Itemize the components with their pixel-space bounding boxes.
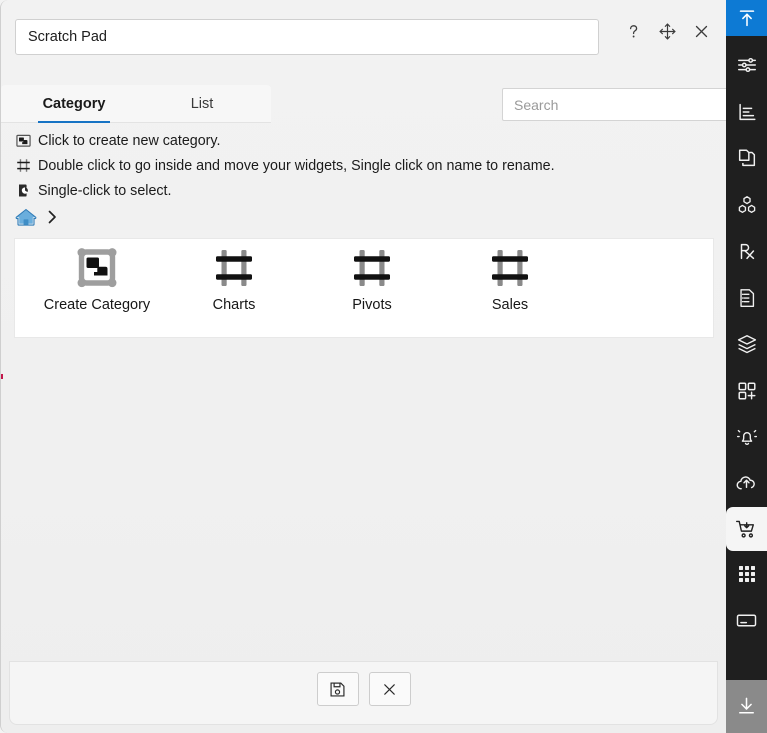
add-grid-icon[interactable]: [726, 368, 767, 415]
cubes-icon[interactable]: [726, 182, 767, 229]
category-tile-panel: Create Category Charts Pivots Sales: [14, 238, 714, 338]
bell-alert-icon[interactable]: [726, 414, 767, 461]
dialog-title-bar: [1, 0, 726, 72]
create-category-icon: [15, 132, 32, 149]
scratch-pad-name-input[interactable]: [15, 19, 599, 55]
tile-charts[interactable]: Charts: [165, 245, 303, 331]
hint-text: Click to create new category.: [38, 132, 221, 149]
edge-marker: [1, 374, 3, 379]
right-sidebar: [726, 0, 767, 733]
move-icon[interactable]: [654, 18, 680, 44]
footer-button-group: [10, 672, 717, 706]
sliders-icon[interactable]: [726, 42, 767, 89]
home-icon[interactable]: [15, 207, 37, 227]
tile-create-category[interactable]: Create Category: [28, 245, 166, 331]
hint-list: Click to create new category. Double cli…: [15, 128, 705, 203]
rx-icon[interactable]: [726, 228, 767, 275]
chevron-right-icon[interactable]: [46, 208, 59, 226]
help-icon[interactable]: [620, 18, 646, 44]
tile-label: Charts: [212, 297, 256, 313]
grid-dots-icon[interactable]: [726, 551, 767, 598]
download-icon[interactable]: [726, 680, 767, 733]
tab-category[interactable]: Category: [28, 85, 120, 123]
copy-documents-icon[interactable]: [726, 135, 767, 182]
collapse-up-icon[interactable]: [726, 0, 767, 36]
scratch-pad-dialog: Category List Click to create new catego…: [0, 0, 726, 733]
cursor-click-icon: [15, 182, 32, 199]
hint-text: Single-click to select.: [38, 182, 172, 199]
category-frame-icon: [488, 245, 532, 295]
app-root: Category List Click to create new catego…: [0, 0, 767, 733]
hint-double-click: Double click to go inside and move your …: [15, 153, 705, 178]
tile-label: Create Category: [43, 297, 151, 313]
dialog-footer: [9, 661, 718, 725]
hint-single-click: Single-click to select.: [15, 178, 705, 203]
tile-label: Sales: [491, 297, 529, 313]
bar-chart-icon[interactable]: [726, 89, 767, 136]
tile-pivots[interactable]: Pivots: [303, 245, 441, 331]
window-controls: [620, 18, 714, 44]
category-frame-icon: [350, 245, 394, 295]
tile-label: Pivots: [352, 297, 392, 313]
frame-icon: [15, 157, 32, 174]
category-frame-icon: [212, 245, 256, 295]
close-icon[interactable]: [688, 18, 714, 44]
create-category-tile-icon: [72, 245, 122, 295]
window-icon[interactable]: [726, 598, 767, 645]
tile-sales[interactable]: Sales: [441, 245, 579, 331]
hint-create-category: Click to create new category.: [15, 128, 705, 153]
active-tab-indicator: [38, 121, 110, 123]
tab-bar: Category List: [1, 85, 271, 123]
cloud-upload-icon[interactable]: [726, 461, 767, 508]
search-input[interactable]: [502, 88, 726, 121]
breadcrumb: [15, 202, 59, 232]
tab-list[interactable]: List: [161, 85, 243, 123]
hint-text: Double click to go inside and move your …: [38, 157, 555, 174]
document-list-icon[interactable]: [726, 275, 767, 322]
cancel-button[interactable]: [368, 672, 411, 706]
save-button[interactable]: [316, 672, 359, 706]
shopping-cart-icon[interactable]: [726, 507, 767, 551]
layers-icon[interactable]: [726, 321, 767, 368]
